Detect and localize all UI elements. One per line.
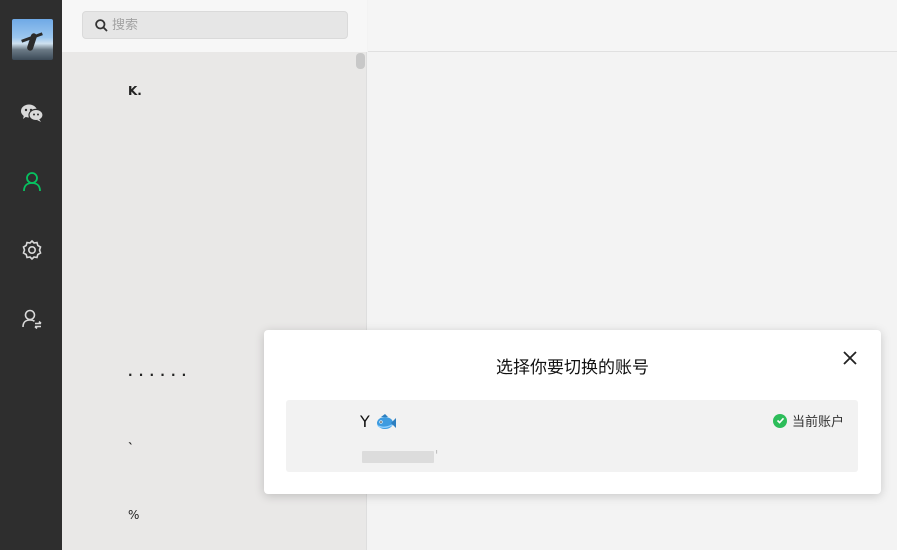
status-label: 当前账户 xyxy=(792,415,845,430)
check-icon xyxy=(773,413,787,428)
search-input[interactable] xyxy=(112,17,312,33)
account-id-tail: ᵎ xyxy=(436,449,438,459)
list-item[interactable]: ` xyxy=(128,441,134,455)
switch-account-icon[interactable] xyxy=(16,303,48,335)
search-box[interactable] xyxy=(82,11,348,39)
settings-gear-icon[interactable] xyxy=(16,234,48,266)
search-icon xyxy=(95,18,108,32)
account-name: Y xyxy=(360,412,370,431)
account-name-wrap: Y xyxy=(360,412,397,431)
close-icon[interactable] xyxy=(841,349,859,367)
scrollbar-thumb[interactable] xyxy=(356,53,365,69)
list-header xyxy=(62,0,367,52)
fish-emoji-icon xyxy=(376,413,396,429)
sidebar-rail xyxy=(0,0,62,550)
list-item[interactable]: % xyxy=(128,508,139,522)
account-row[interactable]: Y ᵎ 当前账户 xyxy=(286,400,858,472)
switch-account-dialog: 选择你要切换的账号 Y ᵎ 当前账户 xyxy=(264,330,881,494)
user-avatar[interactable] xyxy=(12,19,53,60)
main-header xyxy=(368,0,897,52)
contacts-icon[interactable] xyxy=(16,166,48,198)
list-item[interactable]: · · · · · · xyxy=(128,368,187,382)
dialog-title: 选择你要切换的账号 xyxy=(496,358,649,378)
list-item[interactable]: K. xyxy=(128,84,142,98)
current-account-status: 当前账户 xyxy=(773,411,844,430)
chat-icon[interactable] xyxy=(16,97,48,129)
account-id-redacted xyxy=(362,451,434,463)
